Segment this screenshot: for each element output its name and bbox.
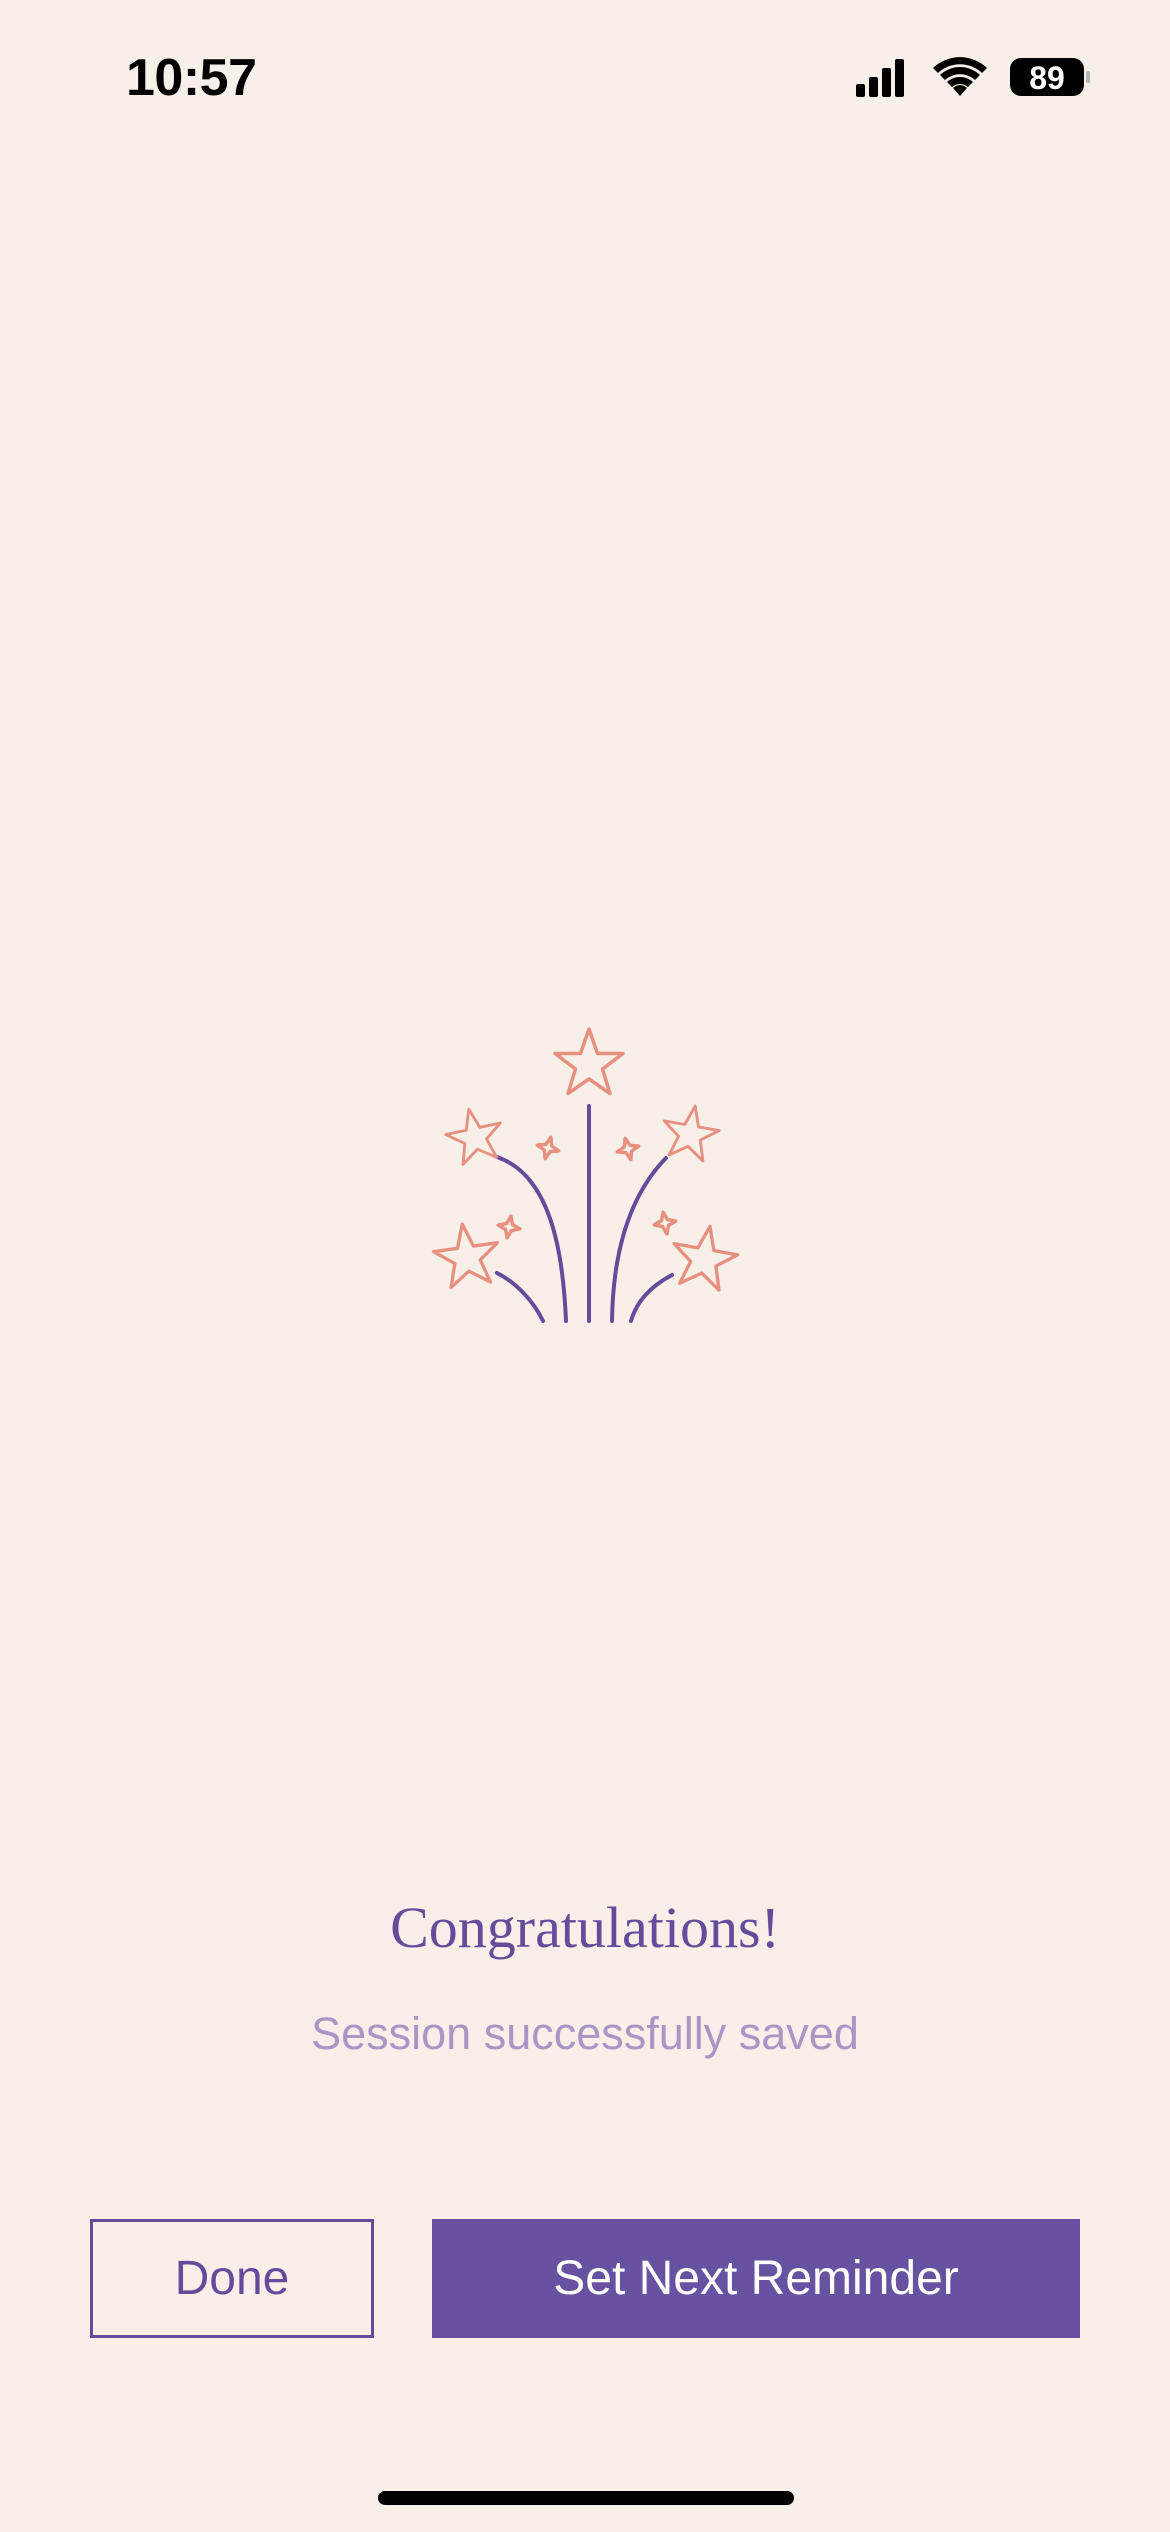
congratulations-title: Congratulations!: [390, 1895, 780, 1960]
set-next-reminder-button[interactable]: Set Next Reminder: [432, 2219, 1080, 2338]
status-time: 10:57: [126, 49, 257, 107]
status-icons: 89: [856, 57, 1090, 97]
done-button[interactable]: Done: [90, 2219, 374, 2338]
home-indicator[interactable]: [378, 2491, 794, 2505]
wifi-icon: [933, 57, 987, 96]
fireworks-icon: [428, 1027, 744, 1323]
session-saved-subtitle: Session successfully saved: [311, 2008, 859, 2059]
battery-level: 89: [1029, 60, 1065, 96]
set-next-reminder-label: Set Next Reminder: [553, 2252, 959, 2305]
battery-icon: 89: [1010, 58, 1090, 96]
done-button-label: Done: [174, 2252, 290, 2305]
cellular-signal-icon: [856, 59, 904, 97]
status-bar: 10:57 89: [0, 0, 1170, 150]
